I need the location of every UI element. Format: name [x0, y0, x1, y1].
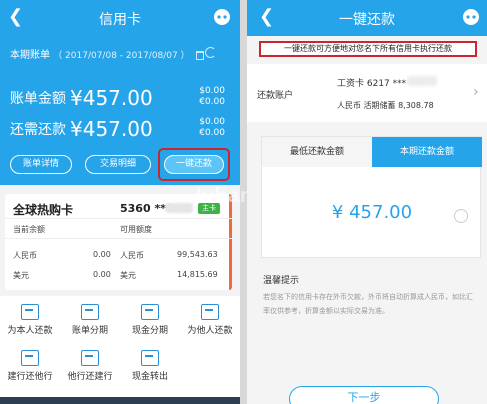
- next-button[interactable]: 下一步: [289, 386, 439, 404]
- transfer-icon: [81, 350, 99, 366]
- function-grid: 为本人还款 账单分期 现金分期 为他人还款 建行还他行 他行还建行 现金转出: [0, 296, 240, 404]
- bill-amount-foreign: $0.00 €0.00: [199, 86, 225, 107]
- bottom-nav[interactable]: [0, 397, 240, 404]
- highlight-box: [158, 148, 230, 181]
- bill-period: 本期账单 （ 2017/07/08 - 2017/08/07 ）: [10, 46, 204, 61]
- account-card: 工资卡 6217 ***: [337, 79, 407, 89]
- calendar-icon[interactable]: [195, 50, 204, 60]
- tab-minimum-amount[interactable]: 最低还款金额: [262, 137, 372, 167]
- currency-icon: [454, 209, 468, 223]
- tab-full-amount[interactable]: 本期还款金额: [372, 137, 482, 167]
- due-amount-row: 还需还款 ¥457.00: [10, 117, 153, 141]
- bill-amount-row: 账单金额 ¥457.00: [10, 86, 153, 110]
- card-icon: [201, 304, 219, 320]
- cash-icon: [141, 350, 159, 366]
- grid-item-bill-installment[interactable]: 账单分期: [60, 304, 120, 336]
- page-title: 信用卡: [99, 12, 141, 28]
- assistant-robot-icon[interactable]: [461, 7, 481, 27]
- bill-amount: ¥457.00: [70, 86, 153, 110]
- grid-item-cash-out[interactable]: 现金转出: [120, 350, 180, 382]
- one-key-repay-screen: ❮ 一键还款 一键还款可方便地对您名下所有信用卡执行还款 还款账户 工资卡 62…: [247, 0, 487, 404]
- refresh-icon[interactable]: [205, 47, 216, 58]
- bill-detail-button[interactable]: 账单详情: [10, 155, 72, 174]
- transactions-button[interactable]: 交易明细: [85, 155, 151, 174]
- due-amount: ¥457.00: [70, 117, 153, 141]
- grid-item-ccb-to-other[interactable]: 建行还他行: [0, 350, 60, 382]
- card-icon: [141, 304, 159, 320]
- grid-item-repay-others[interactable]: 为他人还款: [180, 304, 240, 336]
- grid-item-other-to-ccb[interactable]: 他行还建行: [60, 350, 120, 382]
- repay-account-selector[interactable]: 还款账户 工资卡 6217 *** 人民币 活期储蓄 8,308.78 ›: [247, 64, 487, 122]
- grid-item-cash-installment[interactable]: 现金分期: [120, 304, 180, 336]
- assistant-robot-icon[interactable]: [212, 7, 232, 27]
- tip-title: 温馨提示: [263, 276, 300, 286]
- header-bar: ❮ 一键还款: [247, 0, 487, 36]
- grid-item-self-repay[interactable]: 为本人还款: [0, 304, 60, 336]
- repay-amount: ¥ 457.00: [331, 202, 413, 223]
- due-amount-foreign: $0.00 €0.00: [199, 117, 225, 138]
- page-title: 一键还款: [339, 12, 395, 28]
- repay-notice: 一键还款可方便地对您名下所有信用卡执行还款: [259, 41, 477, 57]
- masked-digits: [407, 76, 437, 86]
- header-panel: ❮ 信用卡 本期账单 （ 2017/07/08 - 2017/08/07 ） 账…: [0, 0, 240, 185]
- card-icon: [21, 304, 39, 320]
- tip-text: 若您名下的信用卡存在外币欠款，外币将自动折算成人民币，如比汇率仅供参考，折算金额…: [263, 293, 473, 315]
- account-balance: 人民币 活期储蓄 8,308.78: [337, 101, 434, 110]
- card-icon: [81, 304, 99, 320]
- masked-digits: [165, 203, 193, 213]
- chevron-right-icon: ›: [473, 84, 479, 100]
- amount-panel: 最低还款金额 本期还款金额 ¥ 457.00: [261, 136, 482, 258]
- credit-card-summary[interactable]: 全球热购卡 5360 *** 主卡 当前余额 可用额度 人民币 0.00 人民币…: [5, 194, 232, 290]
- transfer-icon: [21, 350, 39, 366]
